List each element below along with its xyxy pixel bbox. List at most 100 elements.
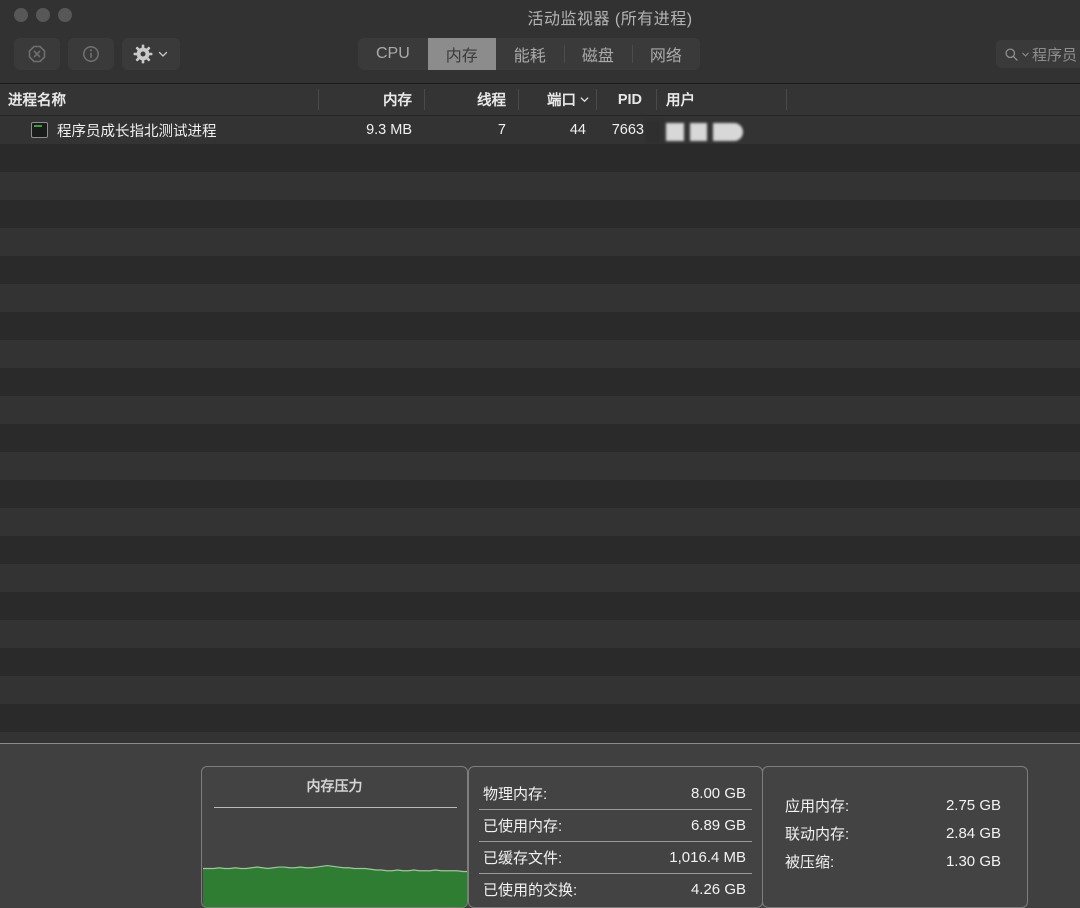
stat-label: 被压缩: — [785, 851, 834, 872]
gear-icon — [133, 44, 153, 64]
table-row[interactable] — [0, 144, 1080, 172]
stat-row: 已缓存文件: 1,016.4 MB — [469, 841, 762, 873]
stat-value: 2.84 GB — [946, 825, 1001, 842]
column-divider — [596, 89, 597, 110]
tab-network[interactable]: 网络 — [632, 38, 700, 70]
table-row[interactable] — [0, 228, 1080, 256]
stat-label: 联动内存: — [785, 823, 849, 844]
stat-row: 应用内存: 2.75 GB — [763, 791, 1027, 819]
column-header-memory[interactable]: 内存 — [318, 84, 412, 115]
inspect-process-button[interactable] — [68, 38, 114, 70]
memory-stats-left: 物理内存: 8.00 GB 已使用内存: 6.89 GB 已缓存文件: 1,01… — [468, 766, 763, 908]
table-row[interactable] — [0, 704, 1080, 732]
stat-label: 已使用的交换: — [483, 879, 577, 900]
activity-monitor-window: 活动监视器 (所有进程) — [0, 0, 1080, 908]
table-row[interactable] — [0, 620, 1080, 648]
table-row[interactable] — [0, 340, 1080, 368]
stat-value: 4.26 GB — [691, 881, 746, 898]
window-title: 活动监视器 (所有进程) — [0, 5, 1080, 29]
column-divider — [518, 89, 519, 110]
column-label: 用户 — [666, 89, 695, 110]
column-divider — [786, 89, 787, 110]
stat-label: 已使用内存: — [483, 815, 562, 836]
pressure-threshold-line — [214, 807, 457, 808]
table-row[interactable] — [0, 284, 1080, 312]
info-circle-icon — [82, 45, 100, 63]
column-label: 端口 — [547, 89, 576, 110]
cell-pid: 7663 — [594, 116, 644, 144]
stat-value: 2.75 GB — [946, 797, 1001, 814]
tab-energy[interactable]: 能耗 — [496, 38, 564, 70]
title-bar: 活动监视器 (所有进程) — [0, 0, 1080, 84]
sort-chevron-down-icon — [579, 94, 590, 105]
actions-menu-button[interactable] — [122, 38, 180, 70]
stat-value: 8.00 GB — [691, 785, 746, 802]
table-row[interactable] — [0, 732, 1080, 743]
table-row[interactable] — [0, 676, 1080, 704]
table-row[interactable] — [0, 368, 1080, 396]
cell-ports: 44 — [518, 116, 586, 144]
table-row[interactable] — [0, 536, 1080, 564]
column-label: 线程 — [477, 89, 506, 110]
table-header: 进程名称 内存 线程 端口 PID 用户 — [0, 84, 1080, 116]
stat-row: 被压缩: 1.30 GB — [763, 847, 1027, 875]
stat-value: 1.30 GB — [946, 853, 1001, 870]
process-table-body[interactable]: 程序员成长指北测试进程 9.3 MB 7 44 7663 — [0, 116, 1080, 743]
stat-value: 1,016.4 MB — [669, 849, 746, 866]
stat-row: 联动内存: 2.84 GB — [763, 819, 1027, 847]
memory-pressure-graph — [203, 833, 468, 907]
column-label: 进程名称 — [8, 89, 66, 110]
tab-disk[interactable]: 磁盘 — [564, 38, 632, 70]
view-tabs: CPU 内存 能耗 磁盘 网络 — [358, 38, 700, 70]
stat-row: 物理内存: 8.00 GB — [469, 777, 762, 809]
table-row[interactable] — [0, 564, 1080, 592]
cell-user-redacted — [646, 120, 762, 144]
column-divider — [318, 89, 319, 110]
empty-rows — [0, 144, 1080, 743]
memory-stats-right: 应用内存: 2.75 GB 联动内存: 2.84 GB 被压缩: 1.30 GB — [762, 766, 1028, 908]
stat-row: 已使用内存: 6.89 GB — [469, 809, 762, 841]
column-header-process-name[interactable]: 进程名称 — [8, 84, 308, 115]
column-header-pid[interactable]: PID — [596, 84, 642, 115]
stat-value: 6.89 GB — [691, 817, 746, 834]
column-header-ports[interactable]: 端口 — [518, 84, 590, 115]
stat-label: 应用内存: — [785, 795, 849, 816]
column-label: PID — [618, 92, 642, 108]
column-divider — [424, 89, 425, 110]
terminal-process-icon — [31, 122, 48, 138]
stop-octagon-icon — [28, 45, 46, 63]
table-row[interactable] — [0, 424, 1080, 452]
table-row[interactable] — [0, 480, 1080, 508]
table-row[interactable] — [0, 200, 1080, 228]
search-field[interactable]: 程序员 — [996, 40, 1080, 68]
stat-label: 物理内存: — [483, 783, 547, 804]
table-row[interactable] — [0, 508, 1080, 536]
chevron-down-icon — [157, 48, 169, 60]
tab-memory[interactable]: 内存 — [428, 38, 496, 70]
table-row[interactable] — [0, 256, 1080, 284]
chevron-down-icon[interactable] — [1021, 50, 1030, 59]
stat-row: 已使用的交换: 4.26 GB — [469, 873, 762, 905]
table-row[interactable]: 程序员成长指北测试进程 9.3 MB 7 44 7663 — [0, 116, 1080, 144]
stat-label: 已缓存文件: — [483, 847, 562, 868]
search-input[interactable]: 程序员 — [1032, 44, 1077, 65]
cell-process-name: 程序员成长指北测试进程 — [57, 116, 317, 144]
memory-pressure-card: 内存压力 — [201, 766, 468, 908]
table-row[interactable] — [0, 172, 1080, 200]
stop-process-button[interactable] — [14, 38, 60, 70]
column-header-threads[interactable]: 线程 — [424, 84, 506, 115]
table-row[interactable] — [0, 648, 1080, 676]
column-divider — [656, 89, 657, 110]
column-label: 内存 — [383, 89, 412, 110]
tab-cpu[interactable]: CPU — [358, 38, 428, 70]
column-header-user[interactable]: 用户 — [656, 84, 786, 115]
memory-pressure-title: 内存压力 — [202, 776, 467, 796]
toolbar-buttons — [14, 38, 180, 70]
table-row[interactable] — [0, 452, 1080, 480]
cell-memory: 9.3 MB — [318, 116, 412, 144]
table-row[interactable] — [0, 312, 1080, 340]
table-row[interactable] — [0, 592, 1080, 620]
memory-summary-panel: 内存压力 物理内存: 8.00 GB 已使用内存: 6.89 GB 已缓存文件: — [0, 744, 1080, 908]
table-row[interactable] — [0, 396, 1080, 424]
cell-threads: 7 — [424, 116, 506, 144]
